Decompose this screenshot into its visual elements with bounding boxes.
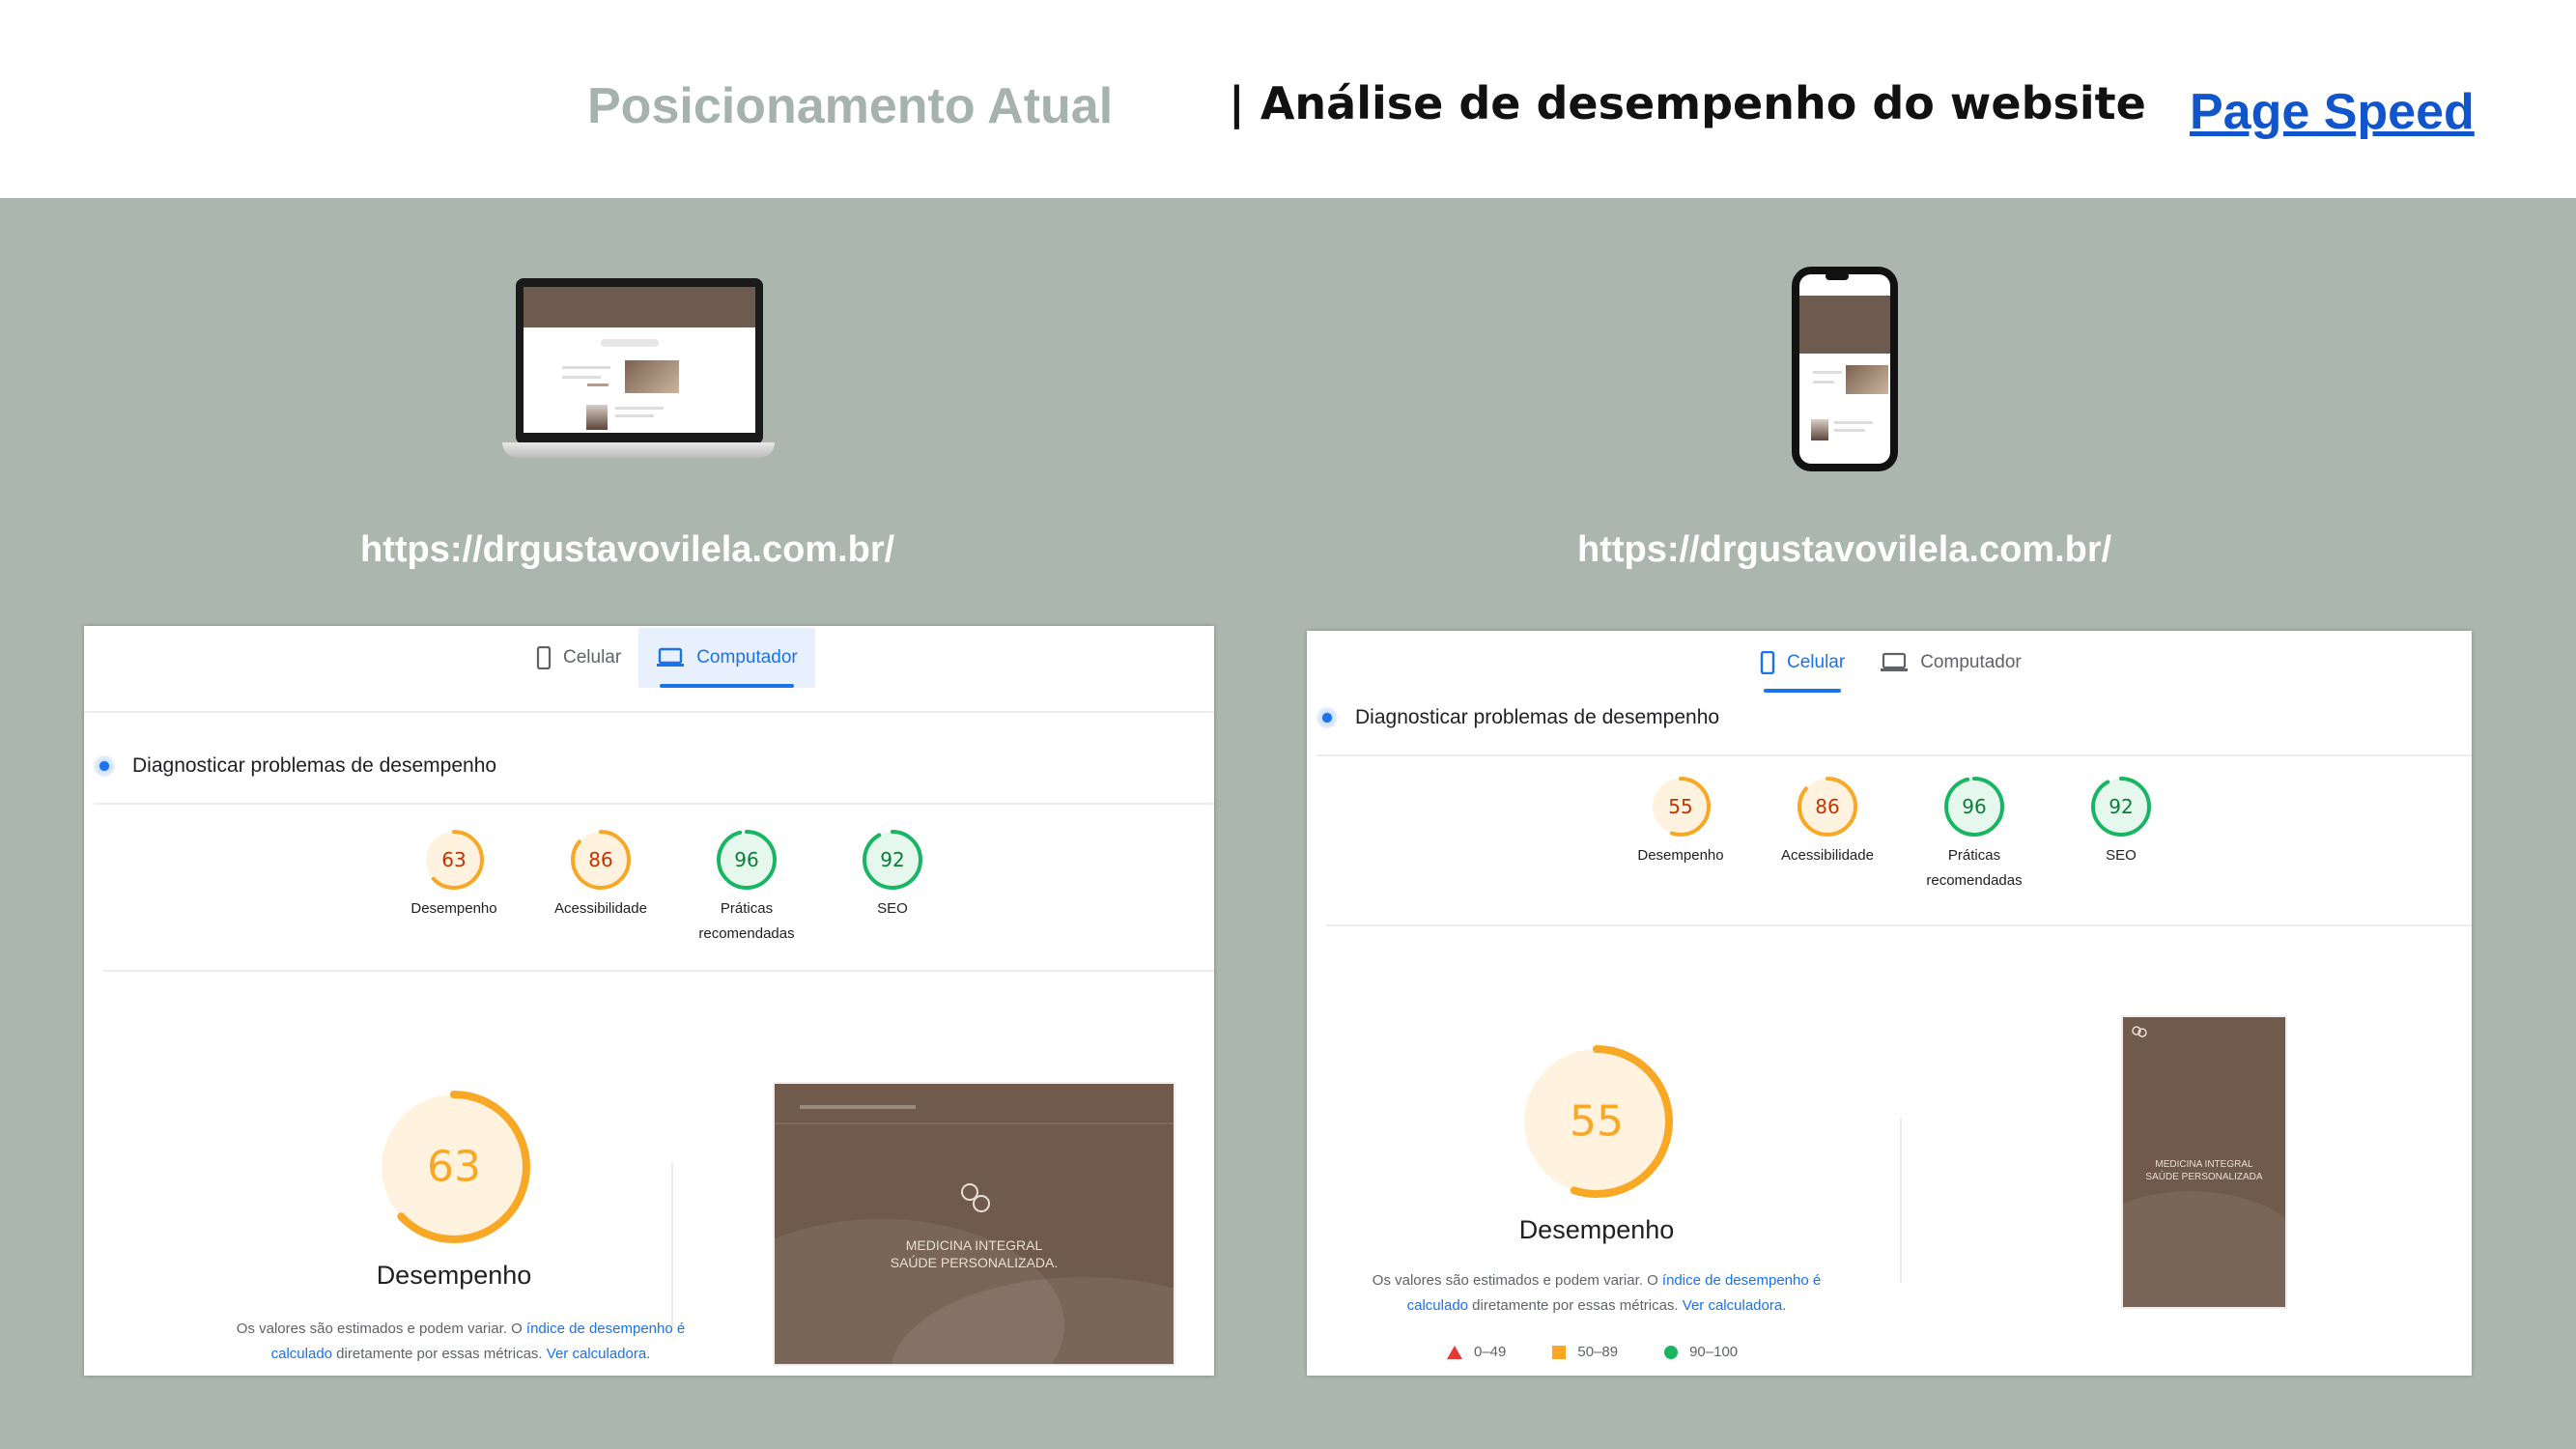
- score-gauge[interactable]: 96 Práticas recomendadas: [679, 829, 814, 947]
- section-subtitle: | Análise de desempenho do website: [1229, 77, 2146, 129]
- diagnose-heading: Diagnosticar problemas de desempenho: [1316, 706, 1719, 729]
- header: Posicionamento Atual | Análise de desemp…: [0, 0, 2576, 198]
- score-ring: 92: [863, 830, 922, 890]
- pagespeed-icon: [94, 755, 115, 777]
- right-site-url: https://drgustavovilela.com.br/: [1577, 529, 2112, 570]
- score-ring: 63: [424, 830, 484, 890]
- performance-title: Desempenho: [1518, 1215, 1675, 1244]
- laptop-mockup: [502, 278, 775, 469]
- score-label: recomendadas: [1926, 872, 2023, 889]
- score-value: 86: [588, 848, 612, 871]
- left-site-url: https://drgustavovilela.com.br/: [360, 529, 895, 570]
- fail-triangle-icon: [1447, 1345, 1462, 1359]
- performance-note: Os valores são estimados e podem variar.…: [1372, 1272, 1822, 1314]
- score-calc-link[interactable]: calculado: [271, 1346, 332, 1362]
- score-label: Acessibilidade: [1781, 847, 1874, 864]
- performance-ring: 63: [378, 1091, 530, 1243]
- score-label: recomendadas: [698, 925, 795, 942]
- performance-big-score: 63 Desempenho: [285, 1090, 623, 1291]
- tab-celular-label: Celular: [563, 647, 622, 668]
- pagespeed-icon: [1316, 707, 1338, 728]
- score-calc-link[interactable]: calculado: [1407, 1297, 1468, 1314]
- performance-note: Os valores são estimados e podem variar.…: [236, 1321, 686, 1362]
- score-gauge[interactable]: 55 Desempenho: [1613, 776, 1748, 868]
- calculator-link[interactable]: Ver calculadora.: [1683, 1297, 1787, 1314]
- pass-circle-icon: [1664, 1345, 1679, 1359]
- score-value: 96: [1962, 795, 1986, 818]
- score-calc-link[interactable]: índice de desempenho é: [526, 1321, 685, 1337]
- hero-line: SAÚDE PERSONALIZADA.: [890, 1255, 1059, 1270]
- tab-computador[interactable]: Computador: [1862, 633, 2039, 693]
- laptop-icon: [657, 647, 685, 667]
- page-screenshot-thumbnail: MEDICINA INTEGRAL SAÚDE PERSONALIZADA: [2123, 1017, 2285, 1307]
- score-value: 63: [441, 848, 466, 871]
- tab-computador-label: Computador: [696, 647, 798, 668]
- performance-big-score: 55 Desempenho: [1307, 1044, 1886, 1245]
- slide: Posicionamento Atual | Análise de desemp…: [0, 0, 2576, 1449]
- score-label: Desempenho: [410, 900, 497, 917]
- score-ring: 55: [1651, 777, 1711, 837]
- laptop-screen-preview: [524, 287, 755, 433]
- score-label: SEO: [877, 900, 908, 917]
- hero-line: SAÚDE PERSONALIZADA: [2145, 1172, 2263, 1182]
- score-value: 92: [880, 848, 904, 871]
- score-gauge[interactable]: 92 SEO: [825, 829, 960, 922]
- tab-celular-label: Celular: [1787, 652, 1846, 672]
- performance-ring: 55: [1520, 1045, 1673, 1198]
- left-pagespeed-screenshot: Celular Computador Diagnosticar problema…: [84, 626, 1214, 1376]
- score-label: SEO: [2106, 847, 2137, 864]
- diagnose-heading: Diagnosticar problemas de desempenho: [94, 754, 496, 778]
- score-gauge[interactable]: 63 Desempenho: [386, 829, 522, 922]
- tab-celular[interactable]: Celular: [519, 628, 638, 688]
- score-value: 63: [427, 1143, 481, 1192]
- score-label: Práticas: [720, 900, 774, 917]
- score-label: Acessibilidade: [554, 900, 647, 917]
- score-gauge[interactable]: 86 Acessibilidade: [1760, 776, 1895, 868]
- average-square-icon: [1552, 1345, 1567, 1359]
- phone-icon: [1760, 651, 1775, 674]
- score-gauge[interactable]: 96 Práticas recomendadas: [1907, 776, 2042, 894]
- score-ring: 86: [571, 830, 631, 890]
- score-gauge[interactable]: 92 SEO: [2053, 776, 2189, 868]
- section-title: Posicionamento Atual: [587, 78, 1114, 134]
- score-value: 55: [1668, 795, 1692, 818]
- laptop-icon: [1881, 652, 1909, 671]
- score-legend: 0–49 50–89 90–100: [1447, 1344, 1738, 1360]
- page-screenshot-thumbnail: MEDICINA INTEGRAL SAÚDE PERSONALIZADA.: [775, 1084, 1174, 1364]
- phone-mockup: [1792, 267, 1898, 471]
- score-value: 96: [734, 848, 758, 871]
- score-value: 55: [1570, 1097, 1624, 1147]
- hero-line: MEDICINA INTEGRAL: [2155, 1159, 2253, 1170]
- page-speed-link[interactable]: Page Speed: [2190, 83, 2475, 141]
- phone-icon: [536, 646, 552, 669]
- score-ring: 86: [1798, 777, 1857, 837]
- calculator-link[interactable]: Ver calculadora.: [547, 1346, 651, 1362]
- logo-icon: [2132, 1026, 2147, 1037]
- score-value: 86: [1815, 795, 1839, 818]
- diagnose-title: Diagnosticar problemas de desempenho: [132, 754, 497, 777]
- score-ring: 96: [1944, 777, 2004, 837]
- score-ring: 96: [717, 830, 777, 890]
- diagnose-title: Diagnosticar problemas de desempenho: [1355, 706, 1720, 728]
- performance-title: Desempenho: [376, 1261, 532, 1290]
- score-gauge[interactable]: 86 Acessibilidade: [533, 829, 668, 922]
- score-label: Práticas: [1947, 847, 2001, 864]
- score-value: 92: [2109, 795, 2133, 818]
- score-label: Desempenho: [1637, 847, 1724, 864]
- score-ring: 92: [2091, 777, 2151, 837]
- tab-celular[interactable]: Celular: [1742, 633, 1862, 693]
- logo-icon: [961, 1183, 990, 1212]
- phone-screen-preview: [1799, 274, 1890, 464]
- tab-computador[interactable]: Computador: [638, 628, 815, 688]
- hero-line: MEDICINA INTEGRAL: [905, 1237, 1043, 1253]
- score-calc-link[interactable]: índice de desempenho é: [1662, 1272, 1821, 1289]
- tab-computador-label: Computador: [1920, 652, 2022, 672]
- right-pagespeed-screenshot: Celular Computador Diagnosticar problema…: [1307, 631, 2472, 1376]
